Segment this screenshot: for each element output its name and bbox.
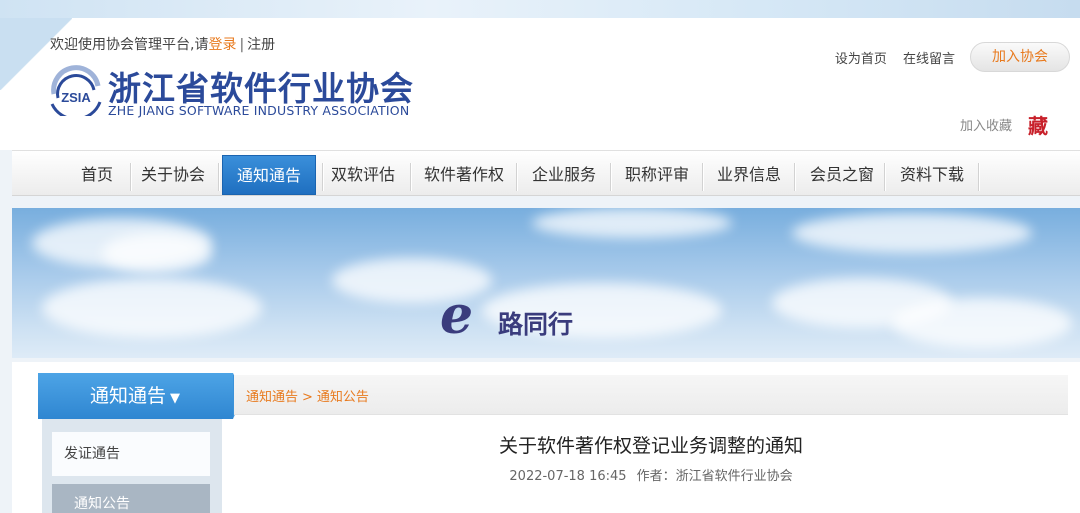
top-links: 设为首页 在线留言 [823,48,955,67]
breadcrumb-announcements-link[interactable]: 通知公告 [317,390,369,405]
join-association-button[interactable]: 加入协会 [970,42,1070,72]
association-logo-icon[interactable]: ZSIA [46,64,106,121]
nav-item-members[interactable]: 会员之窗 [800,155,884,195]
article-meta: 2022-07-18 16:45 作者：浙江省软件行业协会 [234,465,1068,484]
nav-item-downloads[interactable]: 资料下载 [890,155,974,195]
cloud-decor [892,298,1072,348]
cloud-decor [102,233,212,273]
welcome-bar: 欢迎使用协会管理平台,请登录 | 注册 [50,34,275,54]
nav-divider [610,163,611,191]
message-link[interactable]: 在线留言 [903,52,955,67]
welcome-text: 欢迎使用协会管理平台,请 [50,37,209,53]
link-separator: | [239,37,245,53]
breadcrumb-separator: > [302,390,313,405]
nav-divider [702,163,703,191]
login-link[interactable]: 登录 [208,37,236,53]
slogan-text: 路同行 [498,310,574,339]
set-home-link[interactable]: 设为首页 [835,52,887,67]
nav-divider [978,163,979,191]
favorite-seal-icon[interactable]: 藏 [1028,110,1048,139]
main-nav: 首页 关于协会 通知通告 双软评估 软件著作权 企业服务 职称评审 业界信息 会… [12,150,1080,196]
nav-item-about[interactable]: 关于协会 [136,155,210,195]
cloud-decor [532,208,732,238]
nav-divider [516,163,517,191]
nav-divider [884,163,885,191]
nav-divider [410,163,411,191]
nav-item-industry-news[interactable]: 业界信息 [708,155,790,195]
nav-item-enterprise[interactable]: 企业服务 [522,155,606,195]
sidebar-title[interactable]: 通知通告 ▼ [38,373,233,419]
sidebar-item-announcements[interactable]: 通知公告 [52,484,210,513]
slogan-e-letter: e [440,285,474,346]
org-name-en: ZHE JIANG SOFTWARE INDUSTRY ASSOCIATION [108,103,410,118]
nav-divider [218,163,219,191]
article-title: 关于软件著作权登记业务调整的通知 [498,435,803,457]
register-link[interactable]: 注册 [247,37,275,53]
nav-divider [130,163,131,191]
sidebar-title-label: 通知通告 [90,385,167,407]
svg-text:ZSIA: ZSIA [61,90,91,105]
nav-divider [794,163,795,191]
site-header: 欢迎使用协会管理平台,请登录 | 注册 ZSIA 浙江省软件行业协会 ZHE JIA… [0,18,1080,150]
hero-banner: e 路同行 [12,208,1080,358]
nav-item-home[interactable]: 首页 [70,155,124,195]
nav-item-title-review[interactable]: 职称评审 [616,155,698,195]
nav-divider [322,163,323,191]
author-label: 作者： [636,469,676,484]
nav-item-notices[interactable]: 通知通告 [222,155,316,195]
cloud-decor [792,213,1032,253]
article-datetime: 2022-07-18 16:45 [509,469,627,484]
caret-down-icon: ▼ [170,391,181,406]
add-favorite-link[interactable]: 加入收藏 [960,115,1012,134]
article-author: 浙江省软件行业协会 [675,469,793,484]
sidebar-item-certificate-notices[interactable]: 发证通告 [52,432,210,476]
nav-item-double-soft[interactable]: 双软评估 [324,155,402,195]
nav-item-copyright[interactable]: 软件著作权 [416,155,512,195]
breadcrumb: 通知通告 > 通知公告 [246,386,369,405]
cloud-decor [42,278,262,338]
breadcrumb-notices-link[interactable]: 通知通告 [246,390,298,405]
